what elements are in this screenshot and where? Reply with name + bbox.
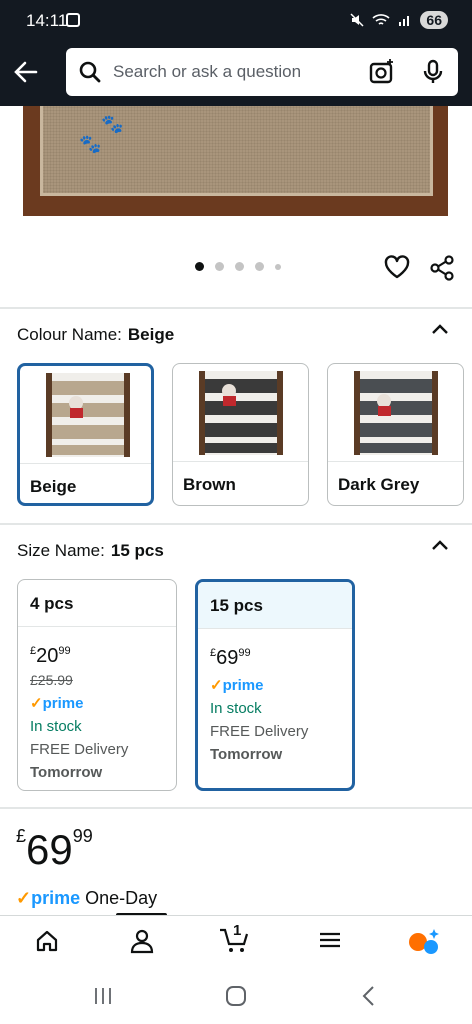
microphone-icon[interactable]	[421, 58, 445, 86]
colour-label-text: Colour Name:	[17, 325, 122, 344]
home-button-icon[interactable]	[225, 985, 247, 1007]
paw-print-icon: 🐾	[79, 134, 102, 154]
size-label: Size Name: 15 pcs	[17, 541, 164, 561]
price-currency: £	[16, 826, 27, 846]
delivery-text: FREE Delivery	[30, 741, 129, 758]
size-selected-value: 15 pcs	[110, 541, 164, 560]
swatch-name: Dark Grey	[338, 475, 420, 494]
colour-swatch-beige[interactable]: Beige	[17, 363, 154, 506]
status-time: 14:11	[26, 11, 68, 30]
swatch-thumbnail	[46, 373, 130, 457]
prime-badge: ✓prime	[210, 676, 352, 694]
delivery-text: FREE Delivery	[210, 723, 309, 740]
swatch-name: Beige	[30, 477, 77, 496]
rufus-assistant-icon[interactable]	[408, 928, 440, 956]
divider	[0, 523, 472, 525]
colour-label: Colour Name: Beige	[17, 325, 174, 345]
swatch-separator	[328, 461, 463, 462]
swatch-name: Brown	[183, 475, 236, 494]
chevron-up-icon[interactable]	[430, 322, 450, 336]
recent-apps-icon[interactable]	[92, 985, 114, 1007]
signal-icon	[399, 16, 410, 26]
carousel-dot	[275, 263, 281, 270]
search-input[interactable]: Search or ask a question	[66, 48, 458, 96]
heart-icon[interactable]	[383, 254, 411, 280]
share-icon[interactable]	[428, 254, 456, 282]
stock-status: In stock	[30, 718, 82, 735]
price-whole: 69	[26, 826, 73, 873]
camera-search-icon[interactable]	[368, 58, 396, 86]
product-price: £6999	[16, 826, 93, 874]
system-navigation-bar	[0, 971, 472, 1024]
account-icon[interactable]	[129, 928, 155, 954]
prime-badge: ✓prime	[30, 694, 176, 712]
price-fraction: 99	[72, 826, 93, 846]
prime-check-icon: ✓	[30, 695, 43, 712]
prime-check-icon: ✓	[16, 888, 32, 908]
prime-one-day-text: One-Day	[85, 888, 158, 908]
swatch-thumbnail	[199, 371, 283, 455]
carousel-dot	[195, 262, 204, 271]
search-icon	[79, 61, 101, 83]
product-image[interactable]: 🐾 🐾	[23, 106, 448, 216]
stock-status: In stock	[210, 700, 262, 717]
bottom-navigation: 1	[0, 915, 472, 971]
back-arrow-icon[interactable]	[10, 56, 42, 88]
price-fraction: 99	[58, 645, 71, 657]
divider	[0, 807, 472, 809]
size-option-4-pcs[interactable]: 4 pcs £2099 £25.99 ✓prime In stock FREE …	[17, 579, 177, 791]
size-option-price: £2099	[30, 639, 176, 668]
image-carousel-dots	[195, 262, 281, 271]
size-option-name: 15 pcs	[198, 582, 352, 629]
size-option-name: 4 pcs	[18, 580, 176, 627]
system-back-icon[interactable]	[358, 985, 380, 1007]
delivery-day: Tomorrow	[30, 764, 103, 781]
chevron-up-icon[interactable]	[430, 538, 450, 552]
swatch-thumbnail	[354, 371, 438, 455]
carousel-dot	[215, 262, 224, 271]
colour-selected-value: Beige	[127, 325, 175, 344]
size-option-15-pcs[interactable]: 15 pcs £6999 ✓prime In stock FREE Delive…	[195, 579, 355, 791]
swatch-separator	[173, 461, 308, 462]
was-price: £25.99	[30, 672, 73, 688]
colour-swatch-dark-grey[interactable]: Dark Grey	[327, 363, 464, 506]
status-icons: 66	[350, 11, 448, 29]
search-header: Search or ask a question	[0, 42, 472, 106]
prime-text: prime	[31, 888, 81, 908]
carousel-dot	[235, 262, 244, 271]
price-whole: 69	[216, 647, 239, 669]
cart-count: 1	[233, 922, 242, 939]
prime-delivery-badge: ✓prime One-Day	[16, 888, 157, 909]
delivery-day: Tomorrow	[210, 746, 283, 763]
prime-text: prime	[42, 695, 84, 712]
paw-print-icon: 🐾	[101, 114, 124, 134]
wifi-icon	[372, 14, 390, 25]
status-bar: 14:11 66	[0, 0, 472, 42]
size-option-price: £6999	[210, 641, 352, 670]
divider	[0, 307, 472, 309]
price-fraction: 99	[238, 647, 251, 659]
home-icon[interactable]	[34, 928, 60, 954]
size-label-text: Size Name:	[17, 541, 105, 560]
prime-text: prime	[222, 677, 264, 694]
search-placeholder: Search or ask a question	[113, 62, 302, 81]
carousel-dot	[255, 262, 264, 271]
battery-indicator: 66	[420, 11, 448, 29]
mute-icon	[350, 13, 364, 27]
menu-icon[interactable]	[318, 928, 342, 952]
prime-check-icon: ✓	[210, 677, 223, 694]
colour-swatch-brown[interactable]: Brown	[172, 363, 309, 506]
screen-record-icon	[66, 13, 80, 27]
swatch-separator	[20, 463, 151, 464]
price-whole: 20	[36, 645, 59, 667]
cart-button[interactable]: 1	[218, 922, 252, 961]
